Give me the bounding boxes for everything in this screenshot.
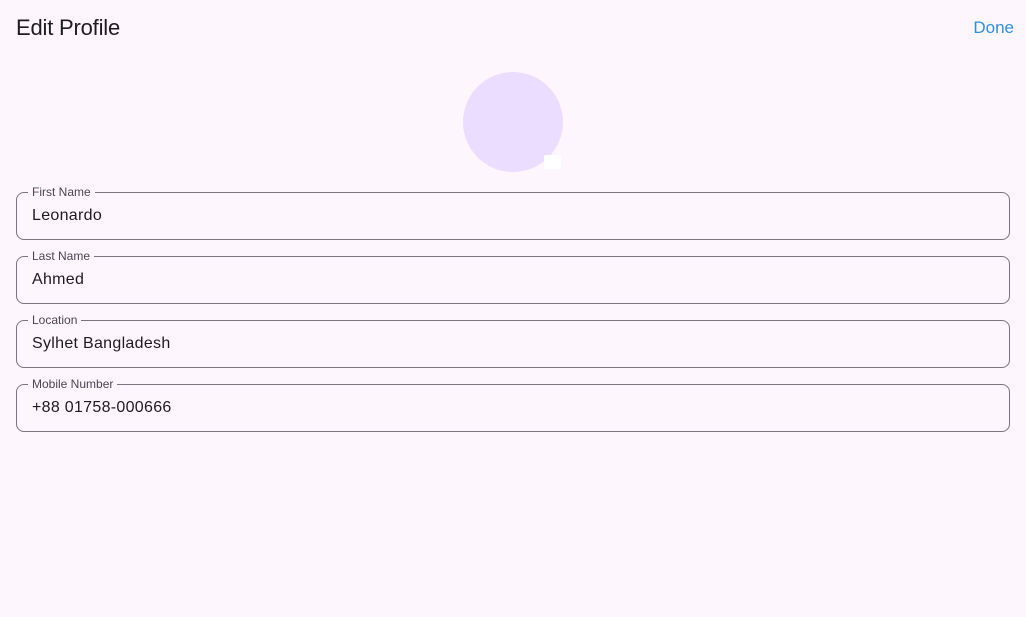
first-name-label: First Name: [28, 185, 95, 199]
location-value[interactable]: Sylhet Bangladesh: [32, 334, 171, 354]
location-field[interactable]: Location Sylhet Bangladesh: [16, 313, 1010, 368]
last-name-value[interactable]: Ahmed: [32, 270, 84, 290]
app-bar: Edit Profile Done: [0, 0, 1026, 56]
last-name-label: Last Name: [28, 249, 95, 263]
first-name-field[interactable]: First Name Leonardo: [16, 185, 1010, 240]
mobile-number-label: Mobile Number: [28, 377, 118, 391]
mobile-number-value[interactable]: +88 01758-000666: [32, 398, 172, 418]
last-name-field[interactable]: Last Name Ahmed: [16, 249, 1010, 304]
done-button[interactable]: Done: [973, 17, 1014, 39]
first-name-value[interactable]: Leonardo: [32, 206, 102, 226]
avatar-edit-badge[interactable]: [544, 155, 561, 169]
mobile-number-field[interactable]: Mobile Number +88 01758-000666: [16, 377, 1010, 432]
location-label: Location: [28, 313, 82, 327]
page-title: Edit Profile: [16, 15, 120, 40]
